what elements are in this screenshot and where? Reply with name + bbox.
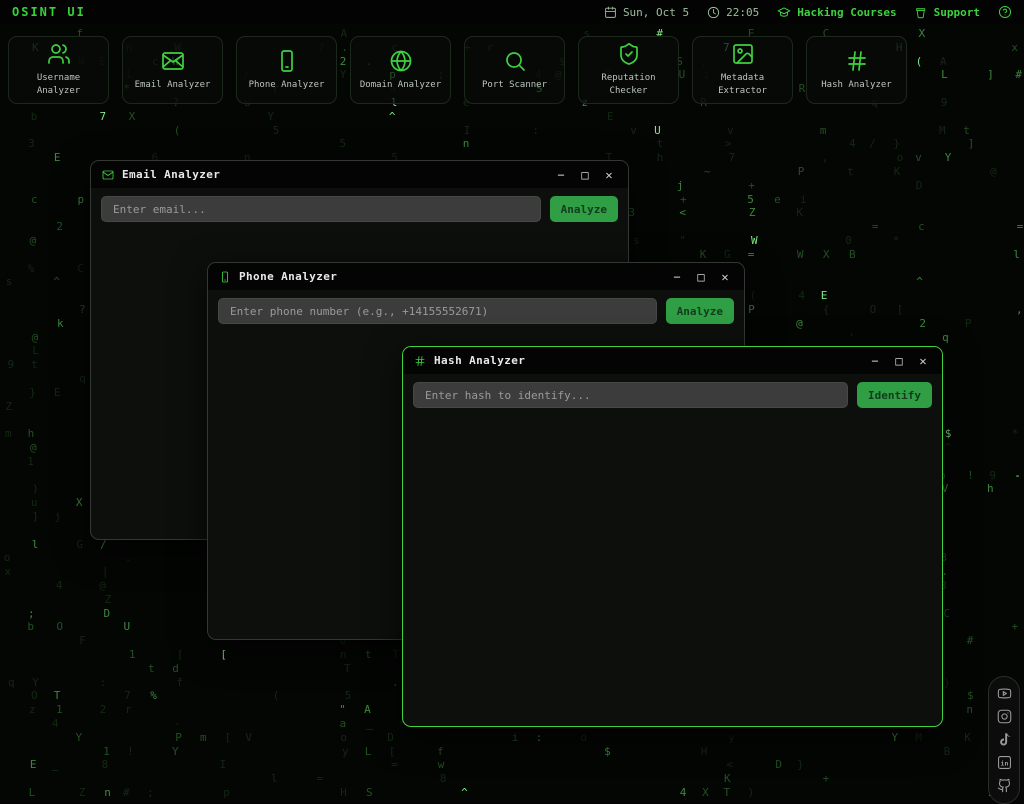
launcher-item-hash-analyzer[interactable]: Hash Analyzer	[806, 36, 907, 104]
window-title: Phone Analyzer	[239, 270, 337, 283]
launcher-item-label: Port Scanner	[475, 79, 554, 92]
app-title: OSINT UI	[12, 5, 86, 19]
help-button[interactable]	[998, 5, 1012, 19]
hash-icon	[845, 49, 869, 73]
image-icon	[731, 42, 755, 66]
analyze-phone-button[interactable]: Analyze	[666, 298, 734, 324]
coffee-cup-icon	[915, 6, 928, 19]
minimize-button[interactable]: −	[553, 167, 569, 183]
launcher-item-label: Username Analyzer	[9, 72, 108, 97]
analyze-email-button[interactable]: Analyze	[550, 196, 618, 222]
launcher-item-label: Reputation Checker	[579, 72, 678, 97]
maximize-button[interactable]: □	[693, 269, 709, 285]
smartphone-icon	[275, 49, 299, 73]
minimize-button[interactable]: −	[669, 269, 685, 285]
email-input[interactable]	[101, 196, 541, 222]
mail-icon	[102, 169, 114, 181]
hash-input[interactable]	[413, 382, 848, 408]
launcher-item-domain-analyzer[interactable]: Domain Analyzer	[350, 36, 451, 104]
launcher-item-reputation-checker[interactable]: Reputation Checker	[578, 36, 679, 104]
close-button[interactable]: ✕	[601, 167, 617, 183]
calendar-icon	[604, 6, 617, 19]
linkedin-icon[interactable]: in	[997, 755, 1012, 770]
date-display: Sun, Oct 5	[604, 6, 689, 19]
tiktok-icon[interactable]	[997, 732, 1012, 747]
smartphone-icon	[219, 271, 231, 283]
maximize-button[interactable]: □	[577, 167, 593, 183]
github-icon[interactable]	[997, 778, 1012, 793]
mail-icon	[161, 49, 185, 73]
shield-check-icon	[617, 42, 641, 66]
graduation-cap-icon	[777, 5, 791, 19]
time-display: 22:05	[707, 6, 759, 19]
launcher-item-metadata-extractor[interactable]: Metadata Extractor	[692, 36, 793, 104]
launcher-item-label: Phone Analyzer	[242, 79, 332, 92]
instagram-icon[interactable]	[997, 709, 1012, 724]
launcher-item-port-scanner[interactable]: Port Scanner	[464, 36, 565, 104]
support-link[interactable]: Support	[915, 6, 980, 19]
maximize-button[interactable]: □	[891, 353, 907, 369]
launcher-item-email-analyzer[interactable]: Email Analyzer	[122, 36, 223, 104]
email-window-titlebar[interactable]: Email Analyzer − □ ✕	[91, 161, 628, 188]
launcher-item-label: Domain Analyzer	[353, 79, 448, 92]
help-circle-icon	[998, 5, 1012, 19]
launcher-item-phone-analyzer[interactable]: Phone Analyzer	[236, 36, 337, 104]
window-title: Email Analyzer	[122, 168, 220, 181]
hash-analyzer-window: Hash Analyzer − □ ✕ Identify	[402, 346, 943, 727]
launcher-item-label: Metadata Extractor	[693, 72, 792, 97]
search-icon	[503, 49, 527, 73]
minimize-button[interactable]: −	[867, 353, 883, 369]
hash-icon	[414, 355, 426, 367]
window-title: Hash Analyzer	[434, 354, 525, 367]
identify-hash-button[interactable]: Identify	[857, 382, 932, 408]
social-dock: in	[988, 676, 1020, 804]
launcher-item-label: Hash Analyzer	[814, 79, 898, 92]
hash-window-titlebar[interactable]: Hash Analyzer − □ ✕	[403, 347, 942, 374]
close-button[interactable]: ✕	[915, 353, 931, 369]
top-bar: OSINT UI Sun, Oct 5 22:05 Hacking Course…	[0, 0, 1024, 24]
globe-icon	[389, 49, 413, 73]
users-icon	[47, 42, 71, 66]
phone-window-titlebar[interactable]: Phone Analyzer − □ ✕	[208, 263, 744, 290]
launcher-item-label: Email Analyzer	[128, 79, 218, 92]
youtube-icon[interactable]	[997, 686, 1012, 701]
close-button[interactable]: ✕	[717, 269, 733, 285]
app-launcher: Username Analyzer Email Analyzer Phone A…	[8, 36, 907, 104]
launcher-item-username-analyzer[interactable]: Username Analyzer	[8, 36, 109, 104]
hacking-courses-link[interactable]: Hacking Courses	[777, 5, 896, 19]
phone-input[interactable]	[218, 298, 657, 324]
svg-text:in: in	[1000, 759, 1008, 767]
clock-icon	[707, 6, 720, 19]
